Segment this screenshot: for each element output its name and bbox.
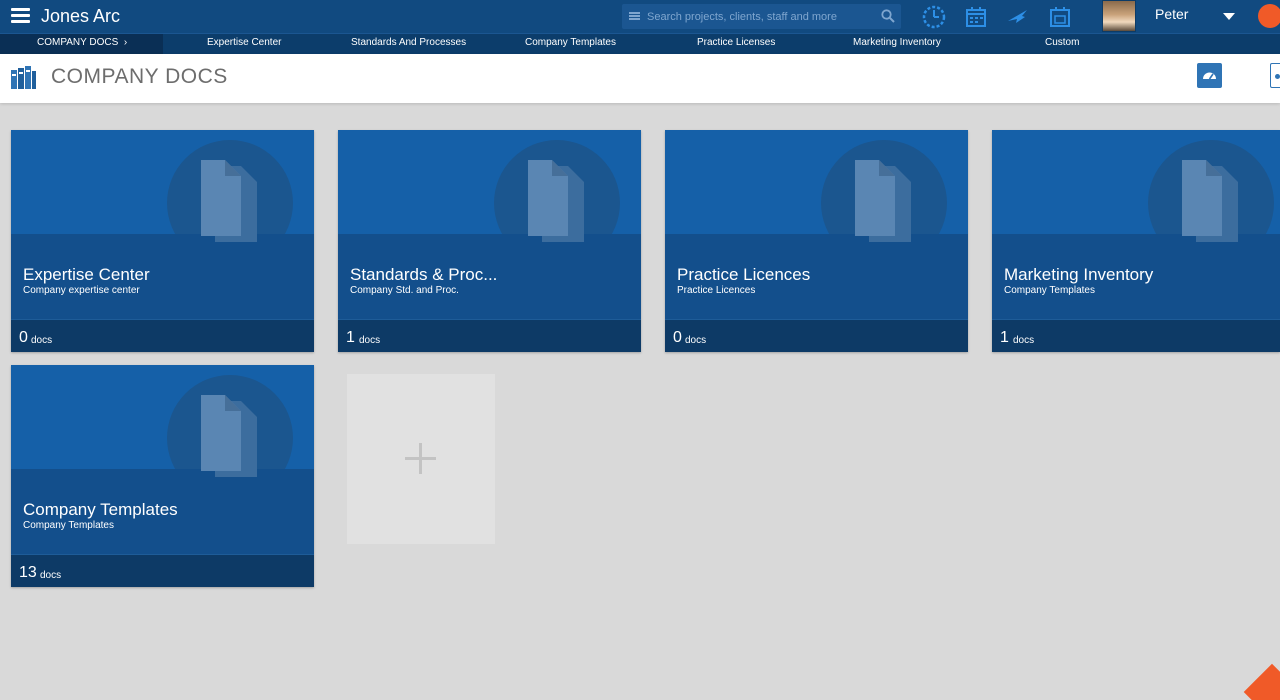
card-title: Expertise Center: [23, 265, 150, 284]
document-icon: [201, 160, 257, 242]
document-icon: [201, 395, 257, 477]
doc-count-unit: docs: [359, 335, 381, 346]
list-icon[interactable]: [629, 12, 640, 21]
nav-item-company-docs[interactable]: COMPANY DOCS ›: [0, 34, 163, 54]
app-title[interactable]: Jones Arc: [41, 6, 120, 27]
folder-card-marketing-inventory[interactable]: Marketing Inventory Company Templates 1 …: [992, 130, 1280, 352]
timer-icon[interactable]: [921, 4, 947, 30]
view-toggle-button[interactable]: [1270, 63, 1280, 88]
hamburger-icon[interactable]: [11, 8, 30, 24]
nav-item-label: COMPANY DOCS ›: [37, 37, 128, 48]
feedback-corner-icon[interactable]: [1243, 663, 1280, 700]
page-header: COMPANY DOCS: [0, 54, 1280, 103]
nav-item-expertise-center[interactable]: Expertise Center: [207, 37, 281, 48]
folder-card-standards[interactable]: Standards & Proc... Company Std. and Pro…: [338, 130, 641, 352]
dashboard-icon: [1203, 72, 1216, 80]
nav-item-marketing-inventory[interactable]: Marketing Inventory: [853, 37, 941, 48]
dashboard-button[interactable]: [1197, 63, 1222, 88]
nav-item-standards[interactable]: Standards And Processes: [351, 37, 466, 48]
card-title: Standards & Proc...: [350, 265, 498, 284]
card-subtitle: Practice Licences: [677, 285, 756, 296]
nav-item-practice-licenses[interactable]: Practice Licenses: [697, 37, 775, 48]
card-title: Company Templates: [23, 500, 178, 519]
nav-item-company-templates[interactable]: Company Templates: [525, 37, 616, 48]
doc-count-unit: docs: [1013, 335, 1035, 346]
nav-bar: COMPANY DOCS › Expertise Center Standard…: [0, 33, 1280, 54]
search-box: [622, 4, 901, 29]
plane-icon[interactable]: [1005, 4, 1031, 30]
user-name[interactable]: Peter: [1155, 6, 1188, 22]
card-subtitle: Company Templates: [23, 520, 114, 531]
card-subtitle: Company Std. and Proc.: [350, 285, 459, 296]
folder-card-practice-licences[interactable]: Practice Licences Practice Licences 0 do…: [665, 130, 968, 352]
folder-card-expertise-center[interactable]: Expertise Center Company expertise cente…: [11, 130, 314, 352]
document-icon: [1182, 160, 1238, 242]
doc-count-unit: docs: [31, 335, 53, 346]
calendar-icon[interactable]: [963, 4, 989, 30]
chevron-down-icon[interactable]: [1223, 13, 1235, 20]
card-subtitle: Company Templates: [1004, 285, 1095, 296]
search-input[interactable]: [647, 7, 872, 26]
document-icon: [855, 160, 911, 242]
doc-count-unit: docs: [40, 570, 62, 581]
doc-count: 13: [19, 564, 37, 581]
add-folder-button[interactable]: [347, 374, 495, 544]
avatar[interactable]: [1102, 0, 1136, 32]
document-icon: [528, 160, 584, 242]
brand-logo-icon[interactable]: [1258, 4, 1280, 28]
doc-count: 1: [1000, 329, 1009, 346]
date-icon[interactable]: [1047, 4, 1073, 30]
card-title: Marketing Inventory: [1004, 265, 1154, 284]
page-title: COMPANY DOCS: [51, 65, 228, 88]
doc-count: 0: [673, 329, 682, 346]
card-title: Practice Licences: [677, 265, 811, 284]
search-icon[interactable]: [881, 9, 895, 23]
books-icon: [11, 66, 36, 89]
card-subtitle: Company expertise center: [23, 285, 140, 296]
nav-item-custom[interactable]: Custom: [1045, 37, 1079, 48]
doc-count: 0: [19, 329, 28, 346]
folder-card-company-templates[interactable]: Company Templates Company Templates 13 d…: [11, 365, 314, 587]
doc-count-unit: docs: [685, 335, 707, 346]
top-bar: Jones Arc Peter: [0, 0, 1280, 33]
doc-count: 1: [346, 329, 355, 346]
